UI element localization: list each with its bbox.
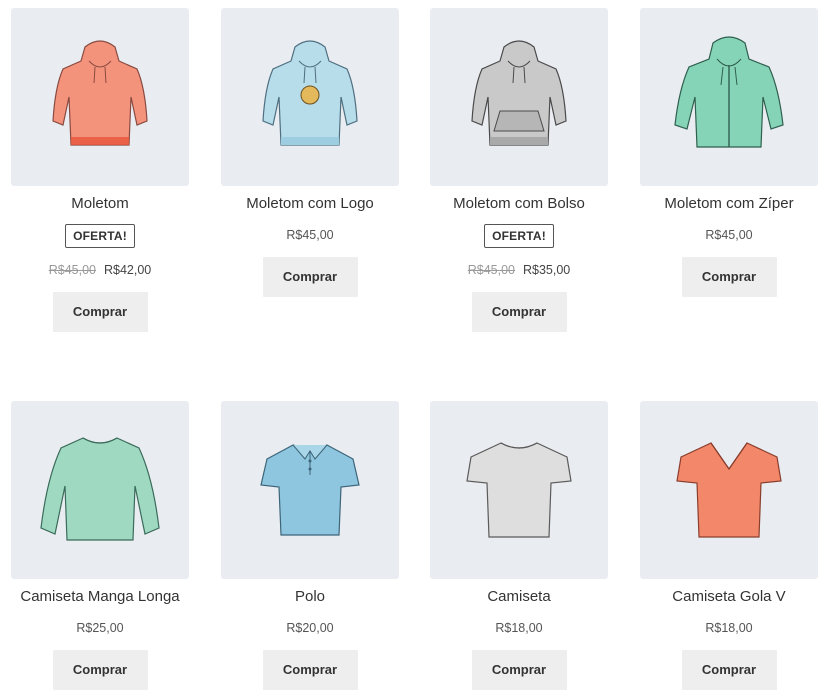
tshirt-icon <box>466 442 572 538</box>
product-card: Camiseta Manga Longa R$25,00 Comprar <box>10 401 190 690</box>
product-price: R$45,00 R$42,00 <box>10 262 190 278</box>
product-image[interactable] <box>430 8 608 186</box>
buy-button[interactable]: Comprar <box>471 650 567 690</box>
product-card: Moletom com Zíper R$45,00 Comprar <box>639 8 819 297</box>
sale-badge: OFERTA! <box>65 224 135 248</box>
buy-button[interactable]: Comprar <box>52 650 148 690</box>
product-price: R$45,00 R$35,00 <box>429 262 609 278</box>
product-title[interactable]: Moletom com Logo <box>220 195 400 213</box>
product-card: Camiseta Gola V R$18,00 Comprar <box>639 401 819 690</box>
product-image[interactable] <box>640 8 818 186</box>
product-title[interactable]: Moletom com Zíper <box>639 195 819 213</box>
product-grid: Moletom OFERTA! R$45,00 R$42,00 Comprar M… <box>0 0 837 698</box>
long-sleeve-tee-icon <box>40 437 160 541</box>
original-price: R$45,00 <box>48 263 96 277</box>
product-card: Polo R$20,00 Comprar <box>220 401 400 690</box>
buy-button[interactable]: Comprar <box>262 257 358 297</box>
sale-price: R$42,00 <box>104 263 152 277</box>
product-price: R$45,00 <box>286 228 334 242</box>
product-image[interactable] <box>221 8 399 186</box>
product-card: Camiseta R$18,00 Comprar <box>429 401 609 690</box>
product-image[interactable] <box>11 8 189 186</box>
hoodie-with-pocket-icon <box>471 40 567 146</box>
product-title[interactable]: Moletom com Bolso <box>429 195 609 213</box>
product-price: R$18,00 <box>495 621 543 635</box>
product-image[interactable] <box>430 401 608 579</box>
product-title[interactable]: Polo <box>220 588 400 606</box>
hoodie-with-logo-icon <box>262 40 358 146</box>
product-title[interactable]: Camiseta <box>429 588 609 606</box>
product-card: Moletom OFERTA! R$45,00 R$42,00 Comprar <box>10 8 190 332</box>
product-image[interactable] <box>640 401 818 579</box>
product-title[interactable]: Moletom <box>10 195 190 213</box>
vneck-tshirt-icon <box>676 442 782 538</box>
product-card: Moletom com Bolso OFERTA! R$45,00 R$35,00… <box>429 8 609 332</box>
hoodie-icon <box>52 40 148 146</box>
product-price: R$25,00 <box>76 621 124 635</box>
sale-badge: OFERTA! <box>484 224 554 248</box>
buy-button[interactable]: Comprar <box>681 257 777 297</box>
product-price: R$18,00 <box>705 621 753 635</box>
product-card: Moletom com Logo R$45,00 Comprar <box>220 8 400 297</box>
product-title[interactable]: Camiseta Manga Longa <box>10 588 190 606</box>
buy-button[interactable]: Comprar <box>681 650 777 690</box>
product-title[interactable]: Camiseta Gola V <box>639 588 819 606</box>
buy-button[interactable]: Comprar <box>262 650 358 690</box>
zip-hoodie-icon <box>674 36 784 148</box>
original-price: R$45,00 <box>467 263 515 277</box>
buy-button[interactable]: Comprar <box>52 292 148 332</box>
polo-icon <box>260 444 360 536</box>
product-image[interactable] <box>11 401 189 579</box>
product-image[interactable] <box>221 401 399 579</box>
product-price: R$45,00 <box>705 228 753 242</box>
buy-button[interactable]: Comprar <box>471 292 567 332</box>
sale-price: R$35,00 <box>523 263 571 277</box>
product-price: R$20,00 <box>286 621 334 635</box>
